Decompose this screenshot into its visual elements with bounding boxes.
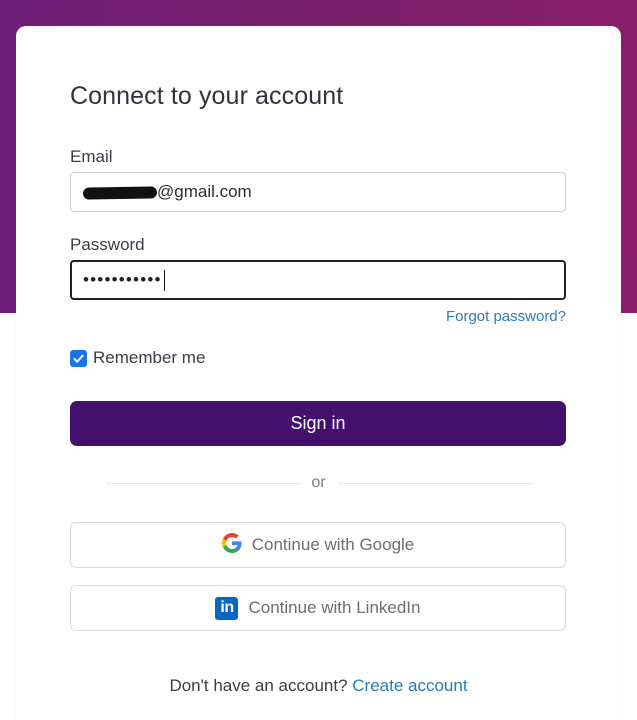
signup-prompt: Don't have an account? Create account: [16, 676, 621, 696]
divider-line-left: [106, 482, 300, 484]
page-title: Connect to your account: [70, 82, 344, 110]
forgot-password-link[interactable]: Forgot password?: [446, 308, 566, 325]
divider-line-right: [337, 482, 532, 484]
linkedin-button-label: Continue with LinkedIn: [248, 598, 421, 617]
google-g-icon: [221, 532, 242, 558]
checkmark-icon[interactable]: [70, 349, 87, 367]
sign-in-button[interactable]: Sign in: [70, 401, 566, 446]
text-caret: [163, 269, 166, 291]
remember-me-checkbox[interactable]: Remember me: [70, 348, 205, 368]
password-label: Password: [70, 235, 145, 254]
email-label: Email: [70, 147, 113, 166]
remember-me-label: Remember me: [93, 348, 206, 367]
continue-with-google-button[interactable]: Continue with Google: [70, 522, 566, 568]
or-divider: or: [106, 474, 532, 492]
email-field[interactable]: @gmail.com: [70, 172, 566, 212]
signup-prompt-text: Don't have an account?: [169, 676, 348, 695]
login-page: Connect to your account Email @gmail.com…: [0, 0, 637, 720]
password-field[interactable]: •••••••••••: [70, 260, 566, 300]
linkedin-icon: in: [215, 596, 239, 620]
login-card: Connect to your account Email @gmail.com…: [16, 26, 621, 720]
create-account-link[interactable]: Create account: [352, 676, 467, 695]
divider-or-text: or: [311, 474, 326, 491]
email-domain-text: @gmail.com: [157, 182, 252, 201]
continue-with-linkedin-button[interactable]: in Continue with LinkedIn: [70, 585, 566, 631]
google-button-label: Continue with Google: [251, 535, 415, 554]
redacted-email-local-part: [82, 186, 158, 200]
password-masked-value: •••••••••••: [83, 270, 162, 289]
